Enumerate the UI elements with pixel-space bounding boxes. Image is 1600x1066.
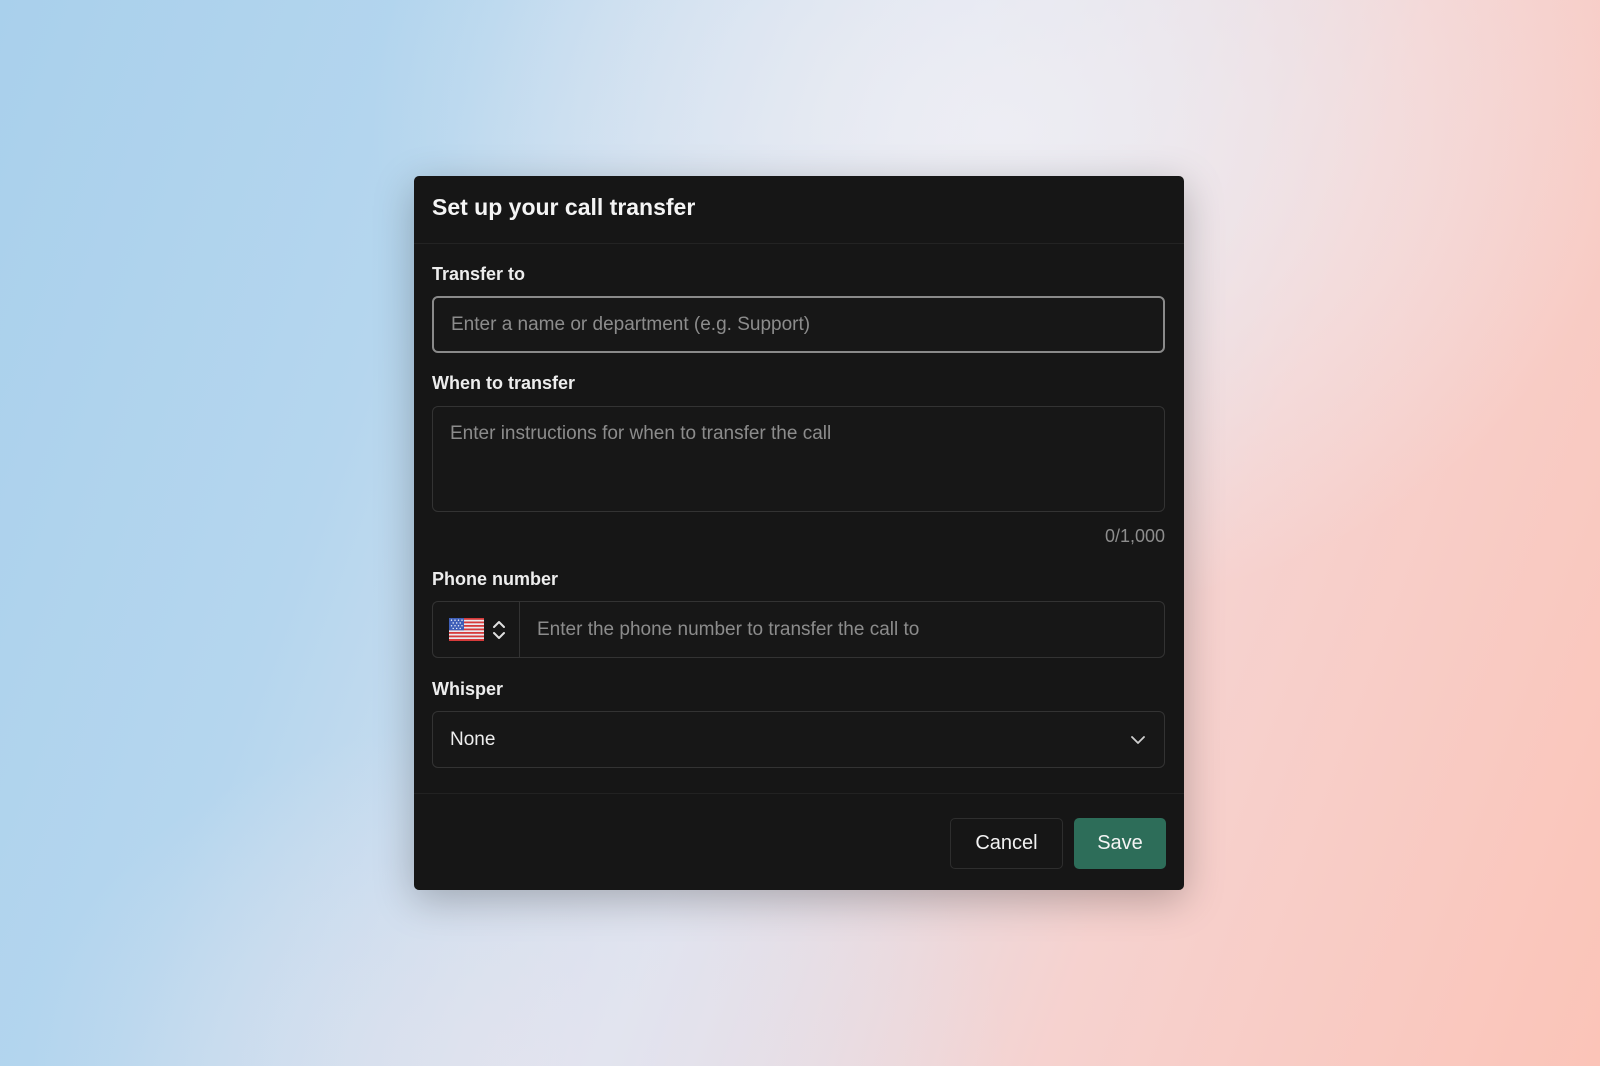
whisper-label: Whisper — [432, 679, 504, 699]
phone-number-label: Phone number — [432, 569, 559, 589]
when-to-transfer-textarea[interactable] — [432, 406, 1165, 512]
call-transfer-dialog: Set up your call transfer Transfer to Wh… — [414, 176, 1184, 890]
cancel-button[interactable]: Cancel — [950, 818, 1063, 869]
dialog-title: Set up your call transfer — [432, 194, 696, 220]
dialog-header: Set up your call transfer — [414, 176, 1184, 244]
chevron-down-icon — [1131, 735, 1145, 744]
transfer-to-label: Transfer to — [432, 264, 526, 284]
character-counter: 0/1,000 — [1104, 526, 1165, 546]
country-code-select[interactable] — [432, 601, 519, 658]
chevron-up-down-icon — [493, 620, 505, 639]
dialog-body: Transfer to When to transfer 0/1,000 Pho… — [414, 244, 1184, 768]
us-flag-icon — [449, 618, 484, 641]
footer-divider — [414, 793, 1184, 794]
phone-number-input[interactable] — [519, 601, 1165, 658]
save-button[interactable]: Save — [1074, 818, 1166, 869]
transfer-to-input[interactable] — [432, 296, 1165, 353]
whisper-select[interactable]: None — [432, 711, 1165, 768]
whisper-selected-value: None — [450, 728, 496, 750]
phone-number-field — [432, 601, 1165, 658]
when-to-transfer-label: When to transfer — [432, 373, 576, 393]
